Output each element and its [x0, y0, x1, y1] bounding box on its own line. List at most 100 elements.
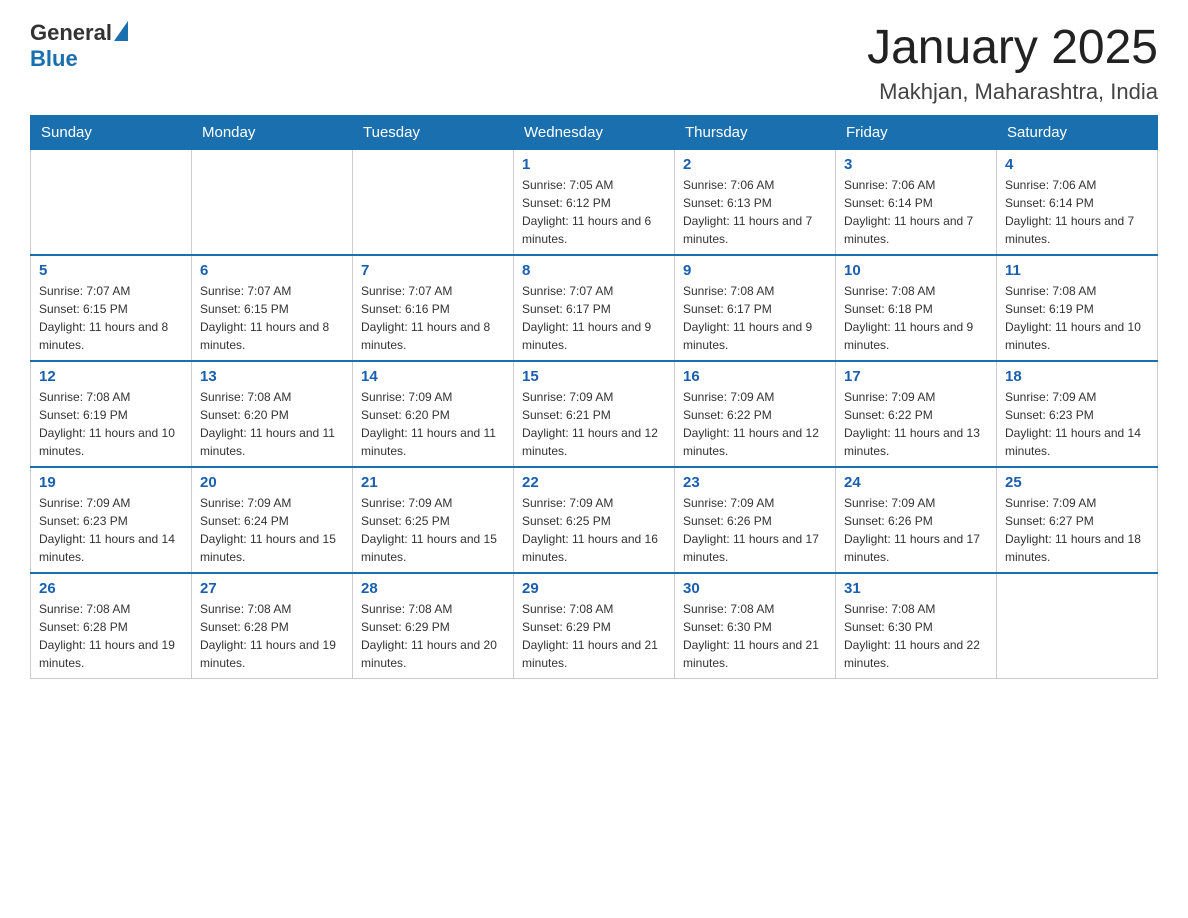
day-number: 16: [683, 368, 827, 385]
day-info: Sunrise: 7:09 AMSunset: 6:20 PMDaylight:…: [361, 388, 505, 460]
week-row-3: 12 Sunrise: 7:08 AMSunset: 6:19 PMDayligh…: [31, 361, 1158, 467]
calendar-cell: 3 Sunrise: 7:06 AMSunset: 6:14 PMDaylight…: [836, 150, 997, 256]
calendar-cell: 21Sunrise: 7:09 AMSunset: 6:25 PMDayligh…: [353, 467, 514, 573]
day-info: Sunrise: 7:06 AMSunset: 6:13 PMDaylight:…: [683, 176, 827, 248]
calendar-cell: 20Sunrise: 7:09 AMSunset: 6:24 PMDayligh…: [192, 467, 353, 573]
day-number: 29: [522, 580, 666, 597]
day-number: 4: [1005, 156, 1149, 173]
calendar-cell: 14 Sunrise: 7:09 AMSunset: 6:20 PMDayligh…: [353, 361, 514, 467]
week-row-4: 19 Sunrise: 7:09 AMSunset: 6:23 PMDayligh…: [31, 467, 1158, 573]
day-number: 23: [683, 474, 827, 491]
header-cell-monday: Monday: [192, 116, 353, 150]
calendar-cell: 27 Sunrise: 7:08 AMSunset: 6:28 PMDayligh…: [192, 573, 353, 679]
calendar-cell: 17 Sunrise: 7:09 AMSunset: 6:22 PMDayligh…: [836, 361, 997, 467]
day-info: Sunrise: 7:08 AMSunset: 6:30 PMDaylight:…: [683, 600, 827, 672]
calendar-cell: 25 Sunrise: 7:09 AMSunset: 6:27 PMDayligh…: [997, 467, 1158, 573]
day-info: Sunrise: 7:08 AMSunset: 6:30 PMDaylight:…: [844, 600, 988, 672]
calendar-cell: 11 Sunrise: 7:08 AMSunset: 6:19 PMDayligh…: [997, 255, 1158, 361]
logo-triangle-icon: [114, 21, 128, 41]
calendar-cell: [31, 150, 192, 256]
day-number: 8: [522, 262, 666, 279]
day-info: Sunrise: 7:09 AMSunset: 6:22 PMDaylight:…: [683, 388, 827, 460]
day-number: 22: [522, 474, 666, 491]
calendar-cell: 9Sunrise: 7:08 AMSunset: 6:17 PMDaylight…: [675, 255, 836, 361]
day-info: Sunrise: 7:09 AMSunset: 6:22 PMDaylight:…: [844, 388, 988, 460]
day-number: 3: [844, 156, 988, 173]
calendar-cell: 19 Sunrise: 7:09 AMSunset: 6:23 PMDayligh…: [31, 467, 192, 573]
calendar-body: 1 Sunrise: 7:05 AMSunset: 6:12 PMDaylight…: [31, 150, 1158, 679]
day-info: Sunrise: 7:08 AMSunset: 6:29 PMDaylight:…: [361, 600, 505, 672]
calendar-cell: 4 Sunrise: 7:06 AMSunset: 6:14 PMDaylight…: [997, 150, 1158, 256]
calendar-cell: 18Sunrise: 7:09 AMSunset: 6:23 PMDayligh…: [997, 361, 1158, 467]
day-number: 24: [844, 474, 988, 491]
day-info: Sunrise: 7:09 AMSunset: 6:25 PMDaylight:…: [361, 494, 505, 566]
calendar-cell: 6 Sunrise: 7:07 AMSunset: 6:15 PMDaylight…: [192, 255, 353, 361]
calendar-table: SundayMondayTuesdayWednesdayThursdayFrid…: [30, 115, 1158, 679]
calendar-subtitle: Makhjan, Maharashtra, India: [867, 79, 1158, 105]
day-number: 26: [39, 580, 183, 597]
day-info: Sunrise: 7:07 AMSunset: 6:16 PMDaylight:…: [361, 282, 505, 354]
logo-text-general: General: [30, 20, 112, 46]
day-info: Sunrise: 7:08 AMSunset: 6:18 PMDaylight:…: [844, 282, 988, 354]
day-info: Sunrise: 7:08 AMSunset: 6:28 PMDaylight:…: [200, 600, 344, 672]
calendar-cell: 22 Sunrise: 7:09 AMSunset: 6:25 PMDayligh…: [514, 467, 675, 573]
calendar-cell: 28 Sunrise: 7:08 AMSunset: 6:29 PMDayligh…: [353, 573, 514, 679]
day-info: Sunrise: 7:09 AMSunset: 6:27 PMDaylight:…: [1005, 494, 1149, 566]
logo: General Blue: [30, 20, 128, 72]
day-number: 27: [200, 580, 344, 597]
day-number: 28: [361, 580, 505, 597]
day-info: Sunrise: 7:09 AMSunset: 6:26 PMDaylight:…: [683, 494, 827, 566]
day-info: Sunrise: 7:07 AMSunset: 6:15 PMDaylight:…: [200, 282, 344, 354]
calendar-cell: 12 Sunrise: 7:08 AMSunset: 6:19 PMDayligh…: [31, 361, 192, 467]
day-number: 2: [683, 156, 827, 173]
calendar-cell: 16 Sunrise: 7:09 AMSunset: 6:22 PMDayligh…: [675, 361, 836, 467]
day-number: 6: [200, 262, 344, 279]
day-number: 30: [683, 580, 827, 597]
day-info: Sunrise: 7:05 AMSunset: 6:12 PMDaylight:…: [522, 176, 666, 248]
day-info: Sunrise: 7:08 AMSunset: 6:19 PMDaylight:…: [1005, 282, 1149, 354]
day-number: 17: [844, 368, 988, 385]
calendar-cell: 13Sunrise: 7:08 AMSunset: 6:20 PMDayligh…: [192, 361, 353, 467]
calendar-cell: 29 Sunrise: 7:08 AMSunset: 6:29 PMDayligh…: [514, 573, 675, 679]
header-cell-friday: Friday: [836, 116, 997, 150]
calendar-cell: 7Sunrise: 7:07 AMSunset: 6:16 PMDaylight…: [353, 255, 514, 361]
day-info: Sunrise: 7:08 AMSunset: 6:29 PMDaylight:…: [522, 600, 666, 672]
calendar-cell: [997, 573, 1158, 679]
calendar-cell: 24 Sunrise: 7:09 AMSunset: 6:26 PMDayligh…: [836, 467, 997, 573]
day-info: Sunrise: 7:09 AMSunset: 6:23 PMDaylight:…: [39, 494, 183, 566]
day-info: Sunrise: 7:08 AMSunset: 6:19 PMDaylight:…: [39, 388, 183, 460]
calendar-cell: 23 Sunrise: 7:09 AMSunset: 6:26 PMDayligh…: [675, 467, 836, 573]
day-info: Sunrise: 7:09 AMSunset: 6:23 PMDaylight:…: [1005, 388, 1149, 460]
header-cell-wednesday: Wednesday: [514, 116, 675, 150]
day-info: Sunrise: 7:09 AMSunset: 6:25 PMDaylight:…: [522, 494, 666, 566]
day-info: Sunrise: 7:09 AMSunset: 6:21 PMDaylight:…: [522, 388, 666, 460]
calendar-cell: [353, 150, 514, 256]
logo-text-blue: Blue: [30, 46, 78, 71]
calendar-cell: 1 Sunrise: 7:05 AMSunset: 6:12 PMDaylight…: [514, 150, 675, 256]
day-number: 25: [1005, 474, 1149, 491]
week-row-2: 5Sunrise: 7:07 AMSunset: 6:15 PMDaylight…: [31, 255, 1158, 361]
header-cell-saturday: Saturday: [997, 116, 1158, 150]
title-block: January 2025 Makhjan, Maharashtra, India: [867, 20, 1158, 105]
calendar-header: SundayMondayTuesdayWednesdayThursdayFrid…: [31, 116, 1158, 150]
day-info: Sunrise: 7:09 AMSunset: 6:26 PMDaylight:…: [844, 494, 988, 566]
day-info: Sunrise: 7:07 AMSunset: 6:15 PMDaylight:…: [39, 282, 183, 354]
day-number: 13: [200, 368, 344, 385]
calendar-cell: 26 Sunrise: 7:08 AMSunset: 6:28 PMDayligh…: [31, 573, 192, 679]
calendar-cell: 5Sunrise: 7:07 AMSunset: 6:15 PMDaylight…: [31, 255, 192, 361]
header-cell-sunday: Sunday: [31, 116, 192, 150]
day-info: Sunrise: 7:08 AMSunset: 6:28 PMDaylight:…: [39, 600, 183, 672]
calendar-cell: 15Sunrise: 7:09 AMSunset: 6:21 PMDayligh…: [514, 361, 675, 467]
day-number: 11: [1005, 262, 1149, 279]
day-number: 31: [844, 580, 988, 597]
day-number: 14: [361, 368, 505, 385]
header-row: SundayMondayTuesdayWednesdayThursdayFrid…: [31, 116, 1158, 150]
header-cell-tuesday: Tuesday: [353, 116, 514, 150]
week-row-1: 1 Sunrise: 7:05 AMSunset: 6:12 PMDaylight…: [31, 150, 1158, 256]
day-number: 19: [39, 474, 183, 491]
day-info: Sunrise: 7:06 AMSunset: 6:14 PMDaylight:…: [1005, 176, 1149, 248]
day-info: Sunrise: 7:06 AMSunset: 6:14 PMDaylight:…: [844, 176, 988, 248]
day-number: 1: [522, 156, 666, 173]
calendar-cell: 2 Sunrise: 7:06 AMSunset: 6:13 PMDaylight…: [675, 150, 836, 256]
day-number: 12: [39, 368, 183, 385]
